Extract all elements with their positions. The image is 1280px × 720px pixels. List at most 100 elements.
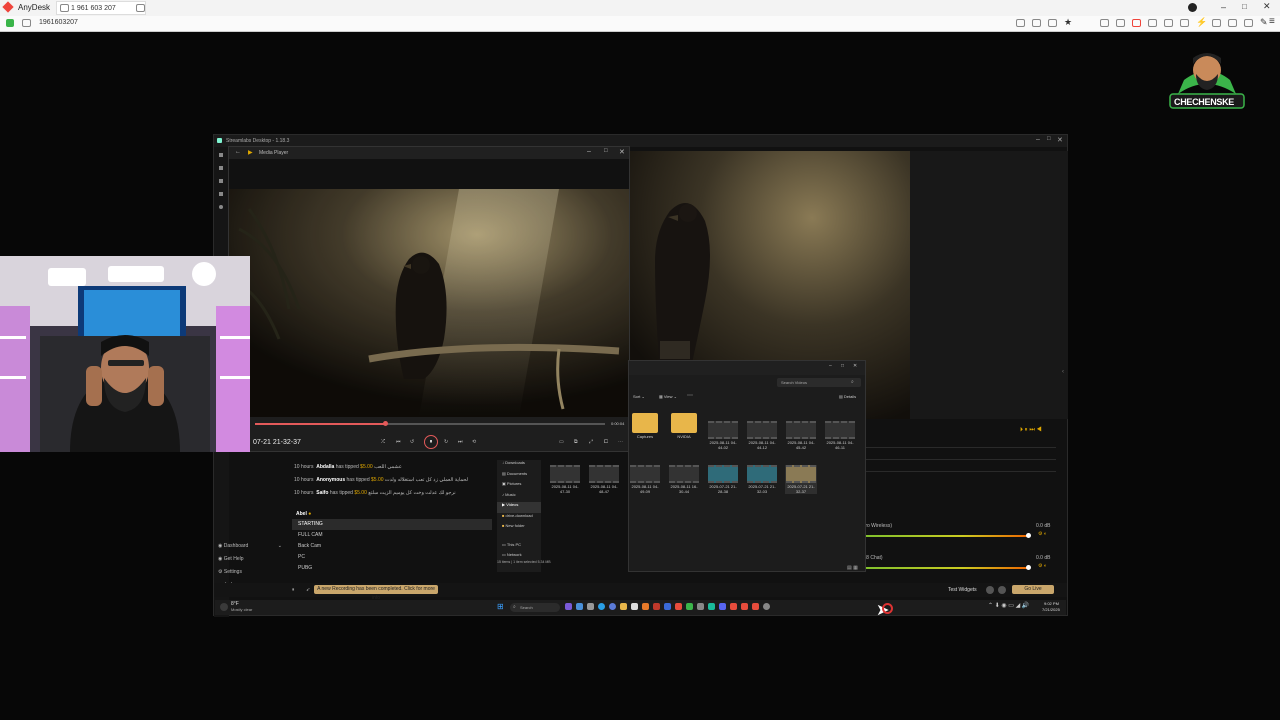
pause-button[interactable]: ⏸ bbox=[424, 435, 438, 449]
app-icon[interactable] bbox=[675, 603, 682, 610]
recording-notification[interactable]: A new Recording has been completed. Clic… bbox=[314, 585, 438, 601]
video-item[interactable]: 2025-08-11 16-30-44 bbox=[668, 465, 700, 494]
view-toggle-icons[interactable]: ▤ ▦ bbox=[847, 565, 858, 571]
display-icon[interactable] bbox=[1100, 19, 1109, 27]
nav-dashboard[interactable]: ◉ Dashboard ⌄ bbox=[218, 543, 282, 556]
nav-pictures[interactable]: ▣ Pictures bbox=[497, 481, 541, 492]
account-icon[interactable] bbox=[1188, 3, 1197, 12]
mixer-settings-icon[interactable]: ⚙ ◐ bbox=[1038, 563, 1047, 569]
source-row[interactable] bbox=[866, 449, 1056, 460]
nav-settings[interactable]: ⚙ Settings bbox=[218, 569, 282, 582]
streamlabs-taskbar-icon[interactable] bbox=[708, 603, 715, 610]
miniplayer-icon[interactable]: ⧠ bbox=[604, 439, 608, 445]
app-icon[interactable] bbox=[730, 603, 737, 610]
nav-downloads[interactable]: ↓ Downloads bbox=[497, 460, 541, 471]
editor-icon[interactable] bbox=[219, 153, 223, 157]
nav-new-folder[interactable]: ■ New folder bbox=[497, 523, 541, 534]
input-icon[interactable] bbox=[1132, 19, 1141, 27]
cast-icon[interactable]: ⧉ bbox=[574, 439, 578, 445]
more-options-icon[interactable]: ⋯ bbox=[687, 392, 693, 399]
mp-minimize-button[interactable]: – bbox=[587, 148, 591, 155]
studio-icon[interactable] bbox=[219, 205, 223, 209]
scene-item[interactable]: STARTING bbox=[292, 519, 492, 530]
video-item[interactable]: 2025-08-11 04-49-09 bbox=[629, 465, 661, 494]
keyboard-icon[interactable] bbox=[1180, 19, 1189, 27]
scene-item[interactable]: PC bbox=[292, 552, 492, 563]
nav-network[interactable]: ▭ Network bbox=[497, 552, 541, 560]
mixer-settings-icon[interactable]: ⚙ ◐ bbox=[1038, 531, 1047, 537]
video-item[interactable]: 2025-08-11 04-48-47 bbox=[588, 465, 620, 494]
fe-close-button[interactable]: ✕ bbox=[853, 363, 857, 369]
replay-button[interactable] bbox=[998, 586, 1006, 594]
sl-minimize-button[interactable]: – bbox=[1036, 136, 1040, 143]
test-widgets-label[interactable]: Test Widgets bbox=[948, 587, 977, 593]
nav-this-pc[interactable]: ▭ This PC bbox=[497, 542, 541, 552]
pause-icon[interactable]: ⏸ bbox=[292, 587, 295, 593]
forward-icon[interactable]: ↻ bbox=[444, 439, 448, 445]
app-icon[interactable] bbox=[752, 603, 759, 610]
video-item[interactable]: 2025-08-11 04-44-02 bbox=[707, 421, 739, 450]
fullscreen-icon[interactable]: ⤢ bbox=[589, 439, 593, 445]
record-button[interactable] bbox=[986, 586, 994, 594]
transfer-icon[interactable] bbox=[1032, 19, 1041, 27]
sources-controls[interactable]: ⏵ ⏸ ⏭ ◀ bbox=[1020, 427, 1042, 434]
store-icon[interactable] bbox=[631, 603, 638, 610]
source-row[interactable] bbox=[866, 437, 1056, 448]
close-button[interactable]: ✕ bbox=[1263, 1, 1271, 12]
volume-handle[interactable] bbox=[1026, 533, 1031, 538]
apps-icon[interactable] bbox=[219, 179, 223, 183]
scene-collection-title[interactable]: Abel ● bbox=[292, 509, 492, 519]
mp-close-button[interactable]: ✕ bbox=[619, 148, 625, 156]
app-icon[interactable] bbox=[565, 603, 572, 610]
video-item[interactable]: 2025-07-21 21-32-03 bbox=[746, 465, 778, 494]
sort-button[interactable]: Sort ⌄ bbox=[633, 394, 645, 399]
minimize-button[interactable]: – bbox=[1221, 2, 1226, 12]
themes-icon[interactable] bbox=[219, 166, 223, 170]
shuffle-icon[interactable]: ⤮ bbox=[381, 439, 385, 445]
discord-icon[interactable] bbox=[719, 603, 726, 610]
next-icon[interactable]: ⏭ bbox=[458, 439, 463, 445]
edge-icon[interactable] bbox=[598, 603, 605, 610]
app-icon[interactable] bbox=[576, 603, 583, 610]
app-icon[interactable] bbox=[642, 603, 649, 610]
menu-icon[interactable]: ≡ bbox=[1269, 16, 1275, 27]
tray-icons[interactable]: ⌃ ⬇ ◉ ▭ ◢ 🔊 bbox=[988, 602, 1029, 609]
search-box[interactable]: Search Videos ⌕ bbox=[777, 378, 861, 387]
weather-icon[interactable] bbox=[220, 603, 228, 611]
app-icon[interactable] bbox=[587, 603, 594, 610]
nav-music[interactable]: ♪ Music bbox=[497, 492, 541, 503]
collection-dropdown-icon[interactable]: ● bbox=[308, 511, 311, 517]
app-icon[interactable] bbox=[653, 603, 660, 610]
video-item[interactable]: 2025-08-11 04-47-30 bbox=[549, 465, 581, 494]
new-tab-icon[interactable] bbox=[136, 4, 145, 12]
fe-minimize-button[interactable]: – bbox=[829, 363, 832, 369]
pen-icon[interactable]: ✎ bbox=[1260, 17, 1268, 28]
session-icon[interactable] bbox=[1228, 19, 1237, 27]
back-icon[interactable]: ← bbox=[235, 149, 241, 155]
go-live-button[interactable]: Go Live bbox=[1012, 585, 1054, 594]
file-explorer-icon[interactable] bbox=[620, 603, 627, 610]
nav-documents[interactable]: ▤ Documents bbox=[497, 471, 541, 482]
sl-close-button[interactable]: ✕ bbox=[1057, 136, 1063, 144]
repeat-icon[interactable]: ⟲ bbox=[472, 439, 476, 445]
nav-videos[interactable]: ▶ Videos bbox=[497, 502, 541, 513]
folder-item[interactable]: NVIDIA bbox=[668, 413, 700, 439]
view-button[interactable]: ▦ View ⌄ bbox=[659, 394, 677, 399]
previous-icon[interactable]: ⏮ bbox=[396, 439, 401, 445]
scene-item[interactable]: PUBG bbox=[292, 563, 492, 574]
screen-icon[interactable] bbox=[1148, 19, 1157, 27]
source-row[interactable] bbox=[866, 461, 1056, 472]
display-2-icon[interactable] bbox=[1116, 19, 1125, 27]
rewind-icon[interactable]: ↺ bbox=[410, 439, 414, 445]
maximize-button[interactable]: □ bbox=[1242, 2, 1247, 11]
session-tab[interactable]: 1 961 603 207 bbox=[56, 1, 146, 15]
folder-item[interactable]: Captures bbox=[629, 413, 661, 439]
video-item[interactable]: 2025-08-11 04-45-42 bbox=[785, 421, 817, 450]
nav-drive-download[interactable]: ■ drive-download bbox=[497, 513, 541, 524]
details-button[interactable]: ▤ Details bbox=[839, 394, 856, 399]
actions-icon[interactable]: ⚡ bbox=[1196, 17, 1207, 28]
chat-icon[interactable] bbox=[1016, 19, 1025, 27]
nav-get-help[interactable]: ◉ Get Help bbox=[218, 556, 282, 569]
video-item[interactable]: 2025-08-11 04-44-12 bbox=[746, 421, 778, 450]
app-icon[interactable] bbox=[763, 603, 770, 610]
